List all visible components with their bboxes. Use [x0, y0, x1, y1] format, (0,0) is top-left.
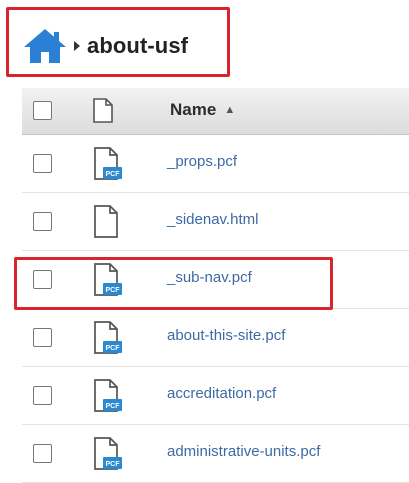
table-row[interactable]: PCF administrative-units.pcf: [22, 425, 409, 483]
pcf-file-icon: PCF: [93, 379, 123, 413]
file-type-icon: [93, 98, 113, 123]
row-checkbox[interactable]: [33, 212, 52, 231]
pcf-file-icon: PCF: [93, 437, 123, 471]
name-column-label: Name: [170, 100, 217, 119]
file-name-link[interactable]: administrative-units.pcf: [167, 443, 320, 460]
caret-right-icon: [74, 41, 80, 51]
sort-ascending-icon[interactable]: ▲: [224, 104, 235, 116]
file-name-link[interactable]: _props.pcf: [167, 153, 237, 170]
table-body: PCF _props.pcf _sidenav.html PCF _sub-nav.pc…: [22, 135, 409, 483]
table-header: Name ▲: [22, 88, 409, 135]
pcf-badge-label: PCF: [106, 461, 121, 468]
home-icon[interactable]: [22, 27, 68, 65]
pcf-file-icon: PCF: [93, 321, 123, 355]
pcf-badge-label: PCF: [106, 287, 121, 294]
file-table: Name ▲ PCF _props.pcf _sidenav.html PCF _sub…: [22, 88, 409, 483]
breadcrumb-current-folder[interactable]: about-usf: [87, 33, 188, 59]
row-checkbox[interactable]: [33, 154, 52, 173]
table-row[interactable]: PCF about-this-site.pcf: [22, 309, 409, 367]
file-name-link[interactable]: _sidenav.html: [167, 211, 258, 228]
row-checkbox[interactable]: [33, 270, 52, 289]
file-name-link[interactable]: accreditation.pcf: [167, 385, 276, 402]
breadcrumb: about-usf: [22, 26, 188, 66]
pcf-file-icon: PCF: [93, 147, 123, 181]
table-row[interactable]: PCF _sub-nav.pcf: [22, 251, 409, 309]
pcf-badge-label: PCF: [106, 345, 121, 352]
name-column-header[interactable]: Name ▲: [170, 100, 235, 120]
pcf-file-icon: PCF: [93, 263, 123, 297]
table-row[interactable]: PCF _props.pcf: [22, 135, 409, 193]
row-checkbox[interactable]: [33, 386, 52, 405]
select-all-checkbox[interactable]: [33, 101, 52, 120]
file-icon: [93, 205, 123, 239]
pcf-badge-label: PCF: [106, 171, 121, 178]
row-checkbox[interactable]: [33, 444, 52, 463]
table-row[interactable]: _sidenav.html: [22, 193, 409, 251]
pcf-badge-label: PCF: [106, 403, 121, 410]
file-name-link[interactable]: about-this-site.pcf: [167, 327, 285, 344]
row-checkbox[interactable]: [33, 328, 52, 347]
table-row[interactable]: PCF accreditation.pcf: [22, 367, 409, 425]
file-name-link[interactable]: _sub-nav.pcf: [167, 269, 252, 286]
